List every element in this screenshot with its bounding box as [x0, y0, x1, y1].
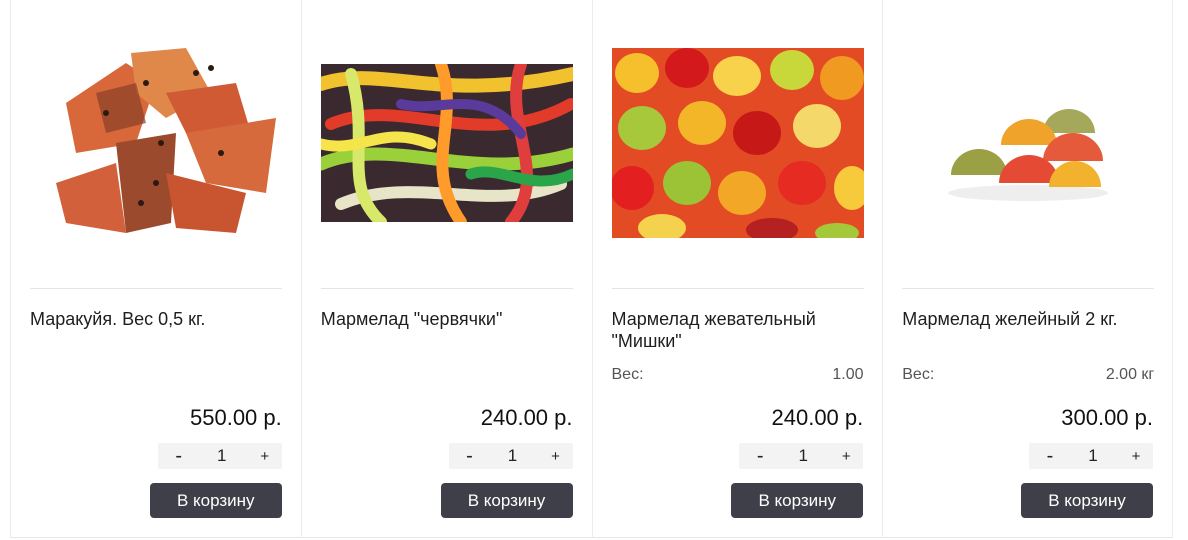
divider — [320, 288, 573, 289]
quantity-decrease-button[interactable]: - — [753, 446, 767, 466]
quantity-value[interactable]: 1 — [508, 446, 517, 466]
quantity-decrease-button[interactable]: - — [463, 446, 477, 466]
product-card: Мармелад желейный 2 кг. Вес: 2.00 кг 300… — [882, 0, 1173, 538]
product-card: Маракуйя. Вес 0,5 кг. 550.00 р. - 1 + В … — [10, 0, 301, 538]
weight-value: 1.00 — [832, 366, 864, 383]
product-price: 240.00 р. — [480, 405, 573, 430]
product-title[interactable]: Мармелад жевательный "Мишки" — [612, 308, 864, 352]
weight-row: Вес: 1.00 — [612, 366, 864, 384]
weight-value: 2.00 кг — [1105, 366, 1155, 383]
product-image-link[interactable] — [30, 18, 282, 268]
divider — [30, 288, 282, 289]
product-price: 550.00 р. — [190, 405, 282, 430]
quantity-increase-button[interactable]: + — [839, 448, 853, 465]
product-title[interactable]: Маракуйя. Вес 0,5 кг. — [30, 308, 282, 330]
product-card: Мармелад "червячки" 240.00 р. - 1 + В ко… — [300, 0, 592, 538]
weight-label: Вес: — [902, 366, 935, 383]
product-image-link[interactable] — [902, 18, 1154, 268]
quantity-value[interactable]: 1 — [799, 446, 808, 466]
product-card: Мармелад жевательный "Мишки" Вес: 1.00 2… — [591, 0, 883, 538]
weight-label: Вес: — [611, 366, 644, 383]
quantity-decrease-button[interactable]: - — [172, 446, 186, 466]
quantity-stepper[interactable]: - 1 + — [739, 443, 864, 469]
gummy-bears-image — [611, 48, 864, 238]
add-to-cart-button[interactable]: В корзину — [440, 483, 573, 518]
quantity-increase-button[interactable]: + — [549, 448, 563, 465]
gummy-worms-image — [320, 64, 573, 222]
add-to-cart-button[interactable]: В корзину — [731, 483, 864, 518]
product-grid: Маракуйя. Вес 0,5 кг. 550.00 р. - 1 + В … — [10, 0, 1173, 538]
divider — [902, 288, 1155, 289]
divider — [611, 288, 864, 289]
quantity-stepper[interactable]: - 1 + — [157, 443, 282, 469]
quantity-value[interactable]: 1 — [217, 446, 226, 466]
weight-row: Вес: 2.00 кг — [902, 366, 1154, 384]
quantity-decrease-button[interactable]: - — [1043, 446, 1057, 466]
quantity-increase-button[interactable]: + — [258, 448, 272, 465]
product-price: 300.00 р. — [1061, 405, 1153, 430]
product-price: 240.00 р. — [771, 405, 864, 430]
product-title[interactable]: Мармелад "червячки" — [321, 308, 573, 330]
jelly-candies-image — [948, 109, 1109, 201]
product-image-link[interactable] — [611, 18, 864, 268]
passion-fruit-candy-image — [56, 48, 276, 233]
product-title[interactable]: Мармелад желейный 2 кг. — [902, 308, 1154, 330]
add-to-cart-button[interactable]: В корзину — [1021, 483, 1153, 518]
product-image-link[interactable] — [320, 18, 573, 268]
quantity-value[interactable]: 1 — [1088, 446, 1097, 466]
quantity-increase-button[interactable]: + — [1129, 448, 1143, 465]
add-to-cart-button[interactable]: В корзину — [149, 483, 282, 518]
quantity-stepper[interactable]: - 1 + — [1029, 443, 1153, 469]
quantity-stepper[interactable]: - 1 + — [448, 443, 573, 469]
